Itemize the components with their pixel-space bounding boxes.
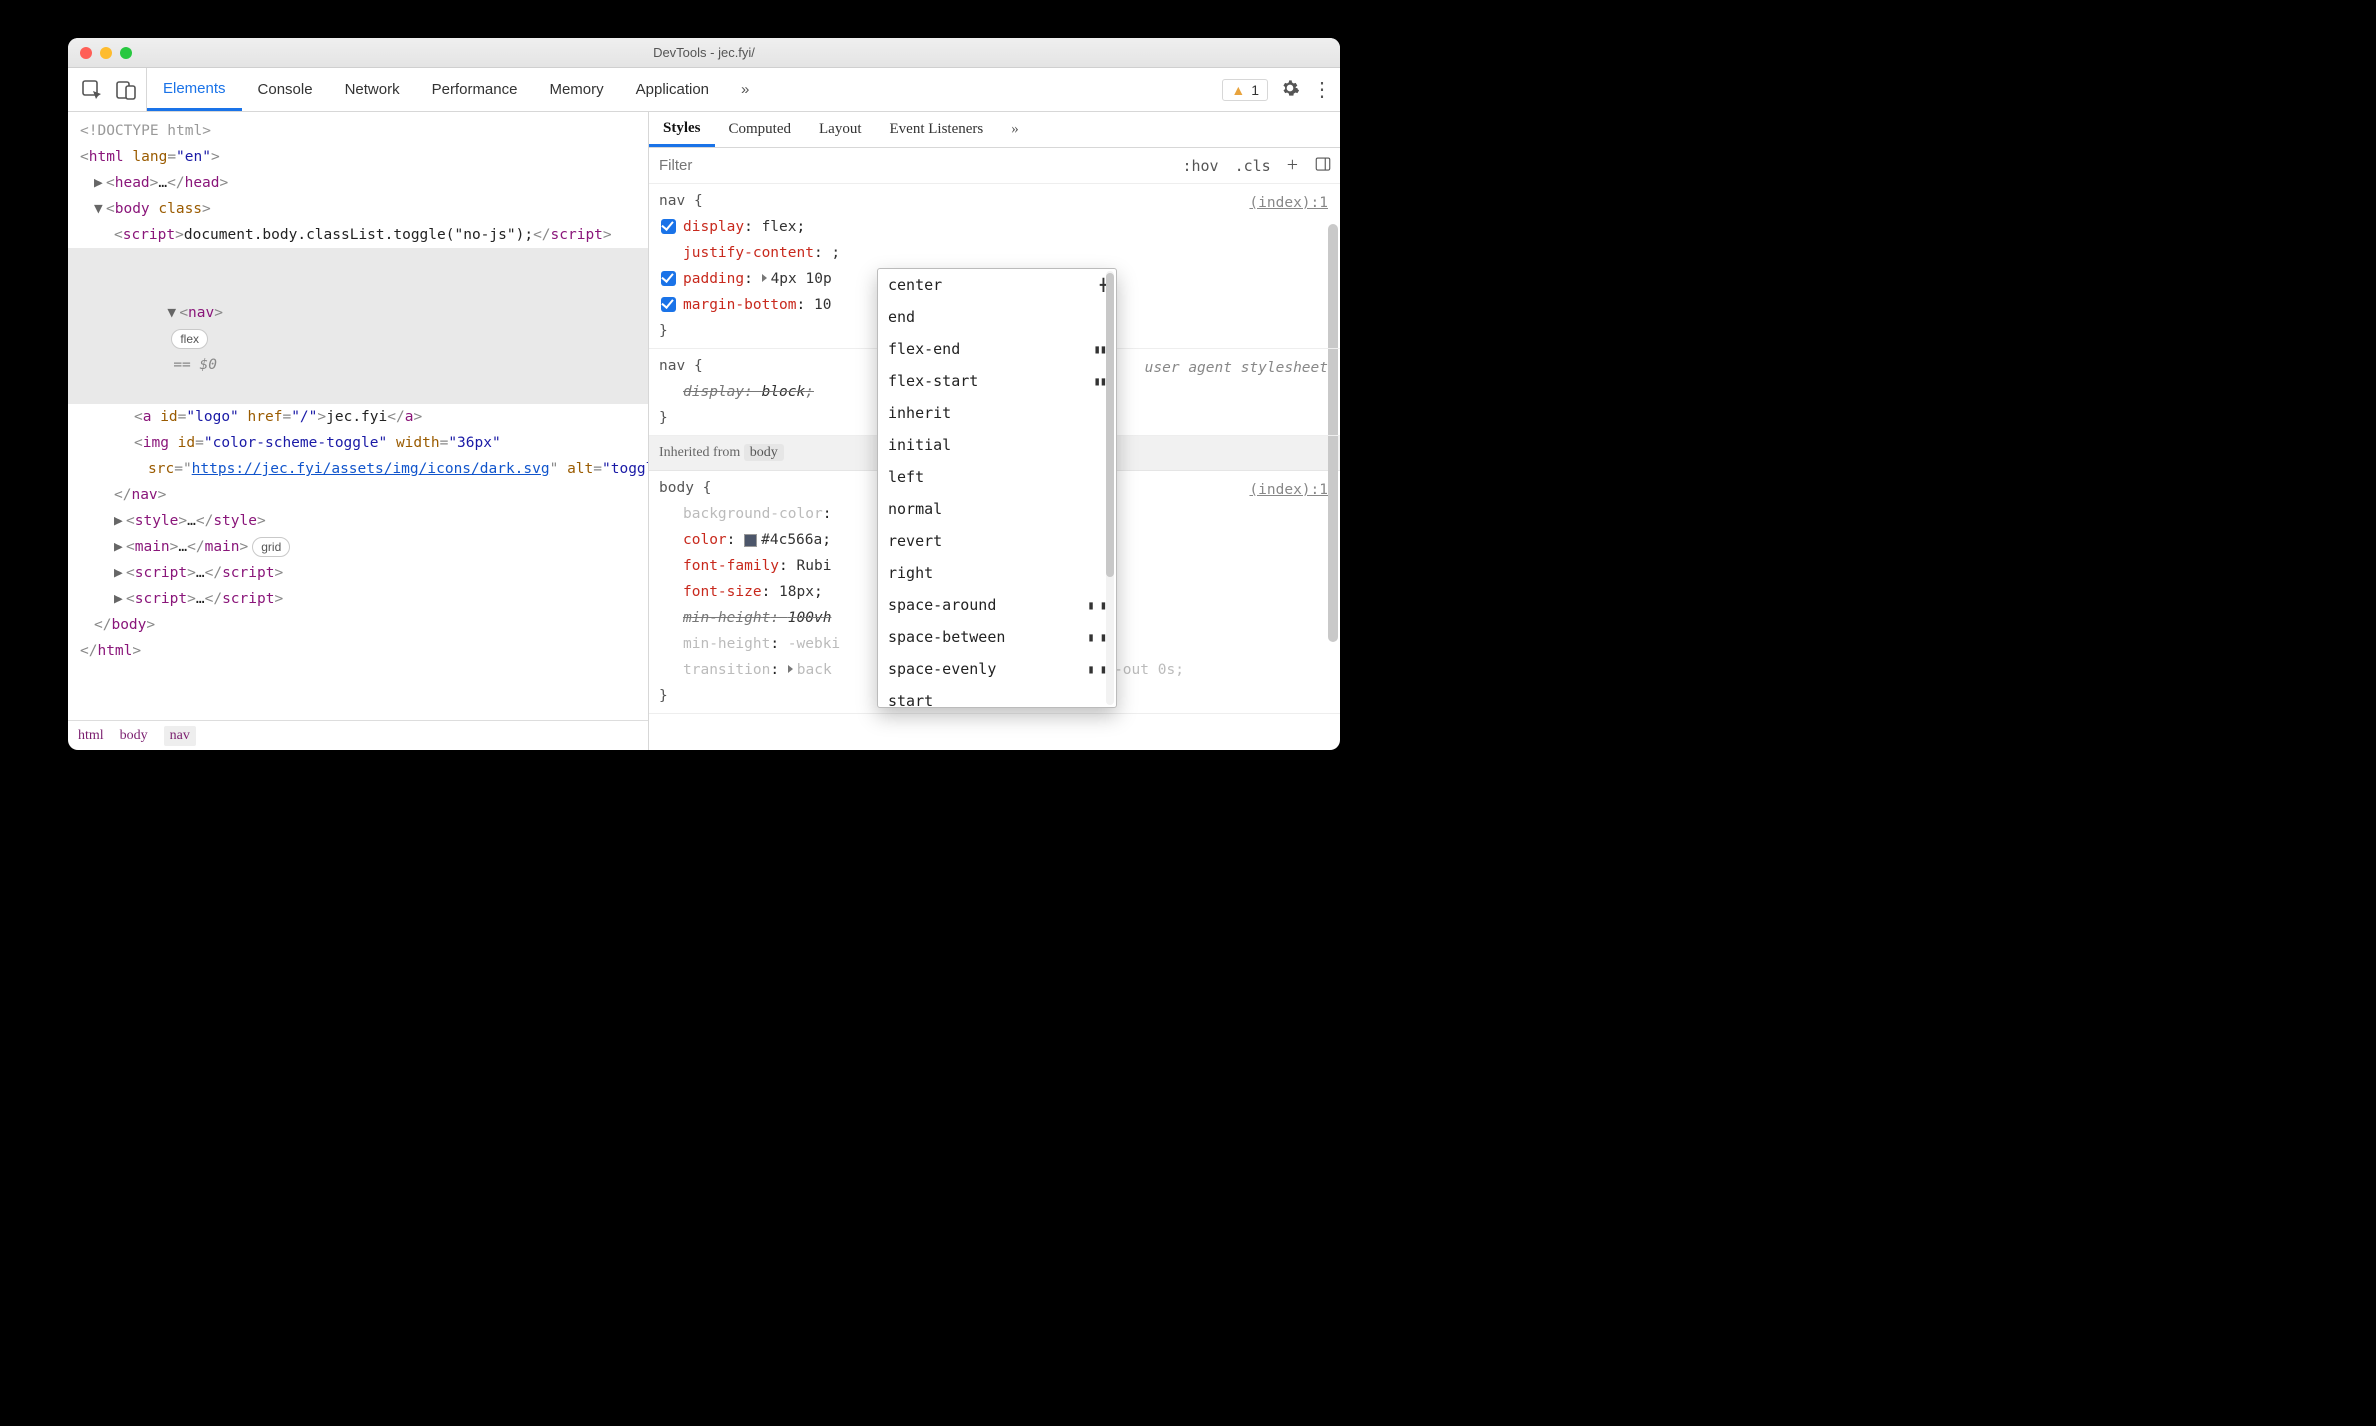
styles-filter-row: :hov .cls +: [649, 148, 1340, 184]
autocomplete-item[interactable]: flex-start▮▮: [878, 365, 1116, 397]
dom-doctype: <!DOCTYPE html>: [80, 123, 211, 139]
window-minimize-button[interactable]: [100, 47, 112, 59]
warning-icon: ▲: [1231, 82, 1245, 98]
tab-console[interactable]: Console: [242, 68, 329, 111]
warnings-badge[interactable]: ▲ 1: [1222, 79, 1268, 101]
autocomplete-item[interactable]: left: [878, 461, 1116, 493]
styles-filter-input[interactable]: [649, 148, 1174, 183]
cls-toggle[interactable]: .cls: [1227, 157, 1279, 175]
main-toolbar: Elements Console Network Performance Mem…: [68, 68, 1340, 112]
rule-source-link[interactable]: (index):1: [1249, 190, 1328, 216]
tab-performance[interactable]: Performance: [416, 68, 534, 111]
tab-memory[interactable]: Memory: [533, 68, 619, 111]
console-ref: == $0: [173, 357, 217, 373]
justify-content-value-editing[interactable]: ;: [831, 245, 840, 261]
subtab-computed[interactable]: Computed: [715, 112, 806, 147]
tab-network[interactable]: Network: [329, 68, 416, 111]
warnings-count: 1: [1251, 82, 1259, 98]
autocomplete-item[interactable]: center╋: [878, 269, 1116, 301]
titlebar: DevTools - jec.fyi/: [68, 38, 1340, 68]
autocomplete-item[interactable]: inherit: [878, 397, 1116, 429]
img-src-link[interactable]: https://jec.fyi/assets/img/icons/dark.sv…: [192, 461, 550, 477]
autocomplete-item[interactable]: flex-end▮▮: [878, 333, 1116, 365]
tab-elements[interactable]: Elements: [147, 68, 242, 111]
dom-breadcrumbs: html body nav: [68, 720, 648, 750]
more-menu-icon[interactable]: ⋮: [1312, 77, 1332, 102]
autocomplete-item[interactable]: right: [878, 557, 1116, 589]
subtab-layout[interactable]: Layout: [805, 112, 876, 147]
inspect-element-icon[interactable]: [80, 78, 104, 102]
subtabs-overflow[interactable]: »: [997, 112, 1033, 147]
autocomplete-item[interactable]: space-evenly▮ ▮: [878, 653, 1116, 685]
prop-checkbox[interactable]: [661, 271, 676, 286]
layout-pill-flex[interactable]: flex: [171, 329, 208, 349]
toggle-sidebar-icon[interactable]: [1306, 155, 1340, 177]
new-style-rule-button[interactable]: +: [1279, 154, 1306, 177]
layout-pill-grid[interactable]: grid: [252, 537, 290, 557]
autocomplete-item[interactable]: space-around▮ ▮: [878, 589, 1116, 621]
window-close-button[interactable]: [80, 47, 92, 59]
prop-checkbox[interactable]: [661, 297, 676, 312]
devtools-window: DevTools - jec.fyi/ Elements Console Net…: [68, 38, 1340, 750]
hov-toggle[interactable]: :hov: [1174, 157, 1226, 175]
tabs-overflow[interactable]: »: [725, 68, 765, 111]
device-toolbar-icon[interactable]: [114, 78, 138, 102]
color-swatch[interactable]: [744, 534, 757, 547]
expand-shorthand-icon[interactable]: [762, 274, 767, 282]
crumb-nav[interactable]: nav: [164, 726, 196, 746]
crumb-body[interactable]: body: [120, 728, 148, 744]
rule-source-ua: user agent stylesheet: [1145, 355, 1328, 381]
styles-subtabs: Styles Computed Layout Event Listeners »: [649, 112, 1340, 148]
panel-tabs: Elements Console Network Performance Mem…: [147, 68, 1214, 111]
autocomplete-scrollbar[interactable]: [1106, 271, 1114, 705]
styles-panel: Styles Computed Layout Event Listeners »…: [648, 112, 1340, 750]
value-autocomplete-popup[interactable]: center╋endflex-end▮▮flex-start▮▮inheriti…: [877, 268, 1117, 708]
crumb-html[interactable]: html: [78, 728, 104, 744]
autocomplete-item[interactable]: normal: [878, 493, 1116, 525]
autocomplete-item[interactable]: initial: [878, 429, 1116, 461]
style-rules: (index):1 nav { display: flex; justify-c…: [649, 184, 1340, 750]
autocomplete-item[interactable]: end: [878, 301, 1116, 333]
tab-application[interactable]: Application: [620, 68, 725, 111]
window-title: DevTools - jec.fyi/: [68, 45, 1340, 60]
window-zoom-button[interactable]: [120, 47, 132, 59]
expand-shorthand-icon[interactable]: [788, 665, 793, 673]
prop-checkbox[interactable]: [661, 219, 676, 234]
autocomplete-item[interactable]: revert: [878, 525, 1116, 557]
dom-tree[interactable]: <!DOCTYPE html> <html lang="en"> ▶<head>…: [68, 112, 648, 720]
autocomplete-item[interactable]: space-between▮ ▮: [878, 621, 1116, 653]
elements-dom-panel: <!DOCTYPE html> <html lang="en"> ▶<head>…: [68, 112, 648, 750]
dom-selected-nav[interactable]: ⋯ ▼<nav> flex == $0: [68, 248, 648, 404]
rule-source-link[interactable]: (index):1: [1249, 477, 1328, 503]
subtab-styles[interactable]: Styles: [649, 112, 715, 147]
autocomplete-item[interactable]: start: [878, 685, 1116, 708]
settings-gear-icon[interactable]: [1280, 78, 1300, 102]
subtab-event-listeners[interactable]: Event Listeners: [876, 112, 998, 147]
